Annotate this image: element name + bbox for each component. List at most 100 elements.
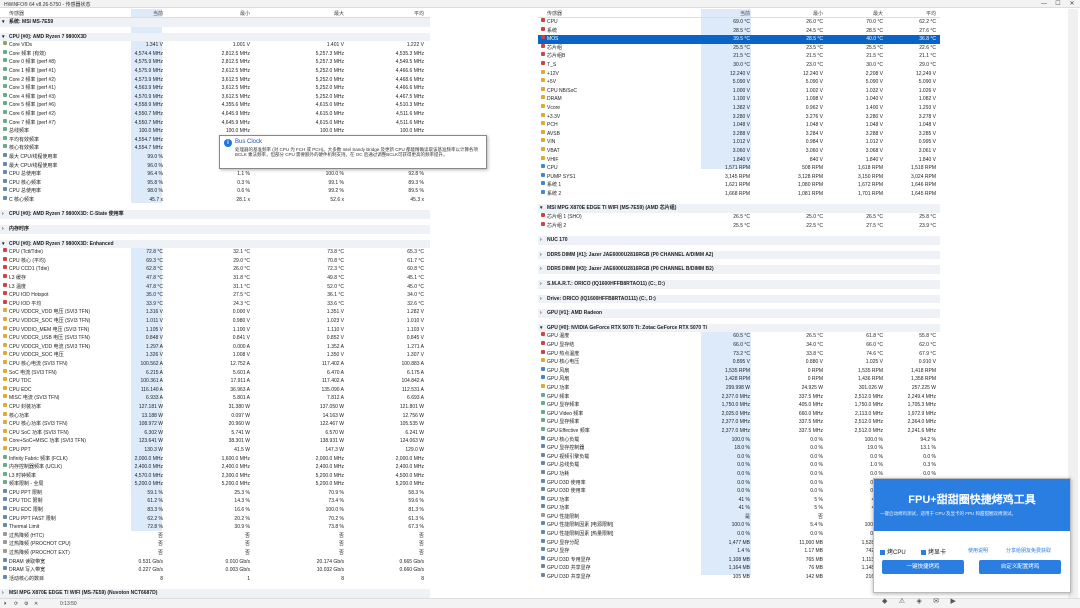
sensor-group-header[interactable]: › 内存时序 [0,225,430,234]
sensor-row[interactable]: CPU NB/SoC 1.000 V 1.002 V 1.032 V 1.026 V [538,86,940,96]
tray-app-icon[interactable]: ◆ [882,597,887,605]
expand-toggle-icon[interactable]: › [2,210,4,219]
sensor-row[interactable]: CPU IOD Hotspot 35.0 °C 27.5 °C 36.1 °C 34.0… [0,291,430,300]
expand-toggle-icon[interactable]: › [540,265,542,274]
sensor-row[interactable]: VIN 1.012 V 0.984 V 1.012 V 0.995 V [538,138,940,147]
sensor-row[interactable]: 过热降频 (PROCHOT CPU) 否否否否 [0,540,430,549]
sensor-row[interactable]: 芯片组 25.5 °C 23.5 °C 25.5 °C 22.6 °C [538,43,940,53]
sensor-group-header[interactable]: ▾ CPU [#0]: AMD Ryzen 7 9800X3D [0,32,430,42]
expand-toggle-icon[interactable]: › [2,225,4,234]
sensor-row[interactable]: CPU 核心频率 95.8 % 0.3 % 99.1 % 89.3 % [0,178,430,188]
sensor-row[interactable]: 芯片组B 21.5 °C 21.5 °C 21.5 °C 21.1 °C [538,52,940,61]
sensor-row[interactable]: 过热降频 (PROCHOT EXT) 否否否否 [0,549,430,558]
sensor-row[interactable]: GPU 核心负载 100.0 % 0.0 % 100.0 % 94.2 % [538,435,940,445]
sensor-row[interactable]: GPU Effective 频率 2,377.0 MHz 337.5 MHz 2,51… [538,426,940,436]
sensor-row[interactable]: 系统 1 1,621 RPM 1,080 RPM 1,672 RPM 1,646 RPM [538,181,940,190]
sensor-row[interactable]: CPU (Tctl/Tdie) 72.8 °C 32.1 °C 73.8 °C 65.3… [0,248,430,257]
sensor-row[interactable]: Core 5 频率 (perf #6) 4,558.9 MHz 4,355.6 MH… [0,101,430,110]
column-header[interactable]: 当前 [108,10,163,17]
sensor-row[interactable]: CPU CCD1 (Tdie) 62.8 °C 26.0 °C 72.3 °C 60.8… [0,265,430,274]
sensor-row[interactable]: MOS 39.5 °C 28.5 °C 40.0 °C 36.8 °C [538,35,940,44]
sensor-row[interactable]: Core 频率 (有效) 4,574.4 MHz 2,812.5 MHz 5,257.… [0,49,430,59]
sensor-row[interactable]: GPU 显存频率 1,750.0 MHz 405.0 MHz 1,750.0 MHz 1… [538,401,940,410]
sensor-row[interactable]: Core 7 频率 (perf #7) 4,550.7 MHz 4,645.9 MH… [0,118,430,128]
sensor-row[interactable]: CPU TDC 100.361 A 17.911 A 117.402 A 104.842… [0,377,430,386]
tray-diamond-icon[interactable]: ◈ [916,597,921,605]
sensor-group-header[interactable]: › DDR5 DIMM [#1]: Jazer JAE6000U2816RGB (… [538,250,940,260]
sensor-row[interactable]: 过热降频 (HTC) 否否否否 [0,531,430,541]
sensor-row[interactable]: CPU VDDCR_USB 电压 (SVI3 TFN) 0.848 V 0.841 … [0,334,430,343]
sensor-row[interactable]: CPU 核心电流 (SVI3 TFN) 100.562 A 12.752 A 117.… [0,359,430,369]
sensor-group-header[interactable]: › MSI MPG X870E EDGE TI WIFI (MS-7E59) (N… [0,589,430,598]
sensor-row[interactable]: DRAM 1.100 V 1.098 V 1.040 V 1.082 V [538,95,940,104]
expand-toggle-icon[interactable]: › [540,251,542,260]
expand-toggle-icon[interactable]: › [540,295,542,304]
sensor-row[interactable]: +3.3V 3.280 V 3.276 V 3.280 V 3.278 V [538,112,940,122]
sensor-row[interactable]: PCH 1.048 V 1.048 V 1.048 V 1.048 V [538,121,940,130]
sensor-row[interactable]: CPU 69.0 °C 26.0 °C 70.0 °C 62.2 °C [538,18,940,27]
sensor-row[interactable]: +5V 5.090 V 5.090 V 5.090 V 5.090 V [538,78,940,87]
sensor-row[interactable]: VHIF 1.840 V 840 V 1.840 V 1.840 V [538,155,940,165]
sensor-group-header[interactable]: › DDR5 DIMM [#3]: Jazer JAE6000U2816RGB (… [538,265,940,275]
sensor-row[interactable]: Thermal Limit 72.8 % 30.9 % 73.8 % 67.3 % [0,523,430,532]
minimize-button[interactable]: — [1037,0,1051,8]
sensor-row[interactable]: Core 4 频率 (perf #3) 4,570.9 MHz 3,612.5 MH… [0,92,430,102]
sensor-group-header[interactable]: ▾ MSI MPG X870E EDGE TI WIFI (MS-7E59) (A… [538,204,940,214]
sensor-row[interactable]: GPU Video 频率 2,025.0 MHz 660.0 MHz 2,113.0 … [538,409,940,419]
sensor-row[interactable]: CPU PPT 130.3 W 41.5 W 147.3 W 129.0 W [0,445,430,455]
tray-play-icon[interactable]: ▶ [951,597,956,605]
sensor-row[interactable]: Core 6 频率 (perf #2) 4,550.7 MHz 4,645.9 MH… [0,109,430,119]
play-icon[interactable]: ⏵ [4,601,7,607]
sensor-row[interactable]: CPU 总使用率 96.4 % 1.1 % 100.0 % 92.8 % [0,170,430,179]
expand-toggle-icon[interactable]: ▾ [2,18,5,27]
column-header[interactable]: 最大 [828,10,883,17]
tray-warning-icon[interactable]: ⚠ [899,597,905,605]
sensor-row[interactable]: CPU VDDCR_VDD 电压 (SVI3 TFN) 1.316 V 0.000 … [0,308,430,317]
sensor-row[interactable]: CPU VDDCR_VDD 电流 (SVI3 TFN) 1.297 A 0.000 … [0,342,430,352]
sensor-row[interactable]: Core 2 频率 (perf #2) 4,573.9 MHz 3,612.5 MH… [0,75,430,85]
expand-toggle-icon[interactable]: ▾ [540,324,543,333]
settings-icon[interactable]: ⚙ [24,601,28,607]
sensor-row[interactable]: Core 1 频率 (perf #1) 4,575.9 MHz 2,612.5 MH… [0,66,430,76]
sensor-row[interactable]: GPU 热点温度 73.2 °C 33.8 °C 74.6 °C 67.9 °C [538,349,940,359]
sensor-row[interactable]: Core+SoC+MISC 功率 (SVI3 TFN) 123.641 W 38.3… [0,437,430,446]
sensor-row[interactable]: CPU EDC 限制 83.3 % 16.6 % 100.0 % 81.3 % [0,506,430,515]
sensor-row[interactable]: MISC 电流 (SVI3 TFN) 6.933 A 5.801 A 7.812 A6… [0,394,430,403]
sensor-row[interactable]: Core 3 频率 (perf #1) 4,563.9 MHz 3,612.5 MH… [0,84,430,93]
quick-stress-button[interactable]: 一键快捷烤鸡 [882,560,964,574]
sensor-row[interactable]: GPU 显存频率 2,377.0 MHz 337.5 MHz 2,512.0 MHz 2… [538,418,940,427]
sensor-row[interactable]: CPU SoC 功率 (SVI3 TFN) 6.302 W 5.741 W 6.570… [0,428,430,438]
expand-toggle-icon[interactable]: › [2,589,4,598]
sensor-row[interactable]: CPU PPT 限制 59.1 % 25.3 % 70.9 % 58.3 % [0,488,430,498]
sensor-row[interactable]: CPU 封装功率 127.181 W 31.380 W 137.050 W 121.80… [0,402,430,412]
expand-toggle-icon[interactable]: ▾ [2,33,5,42]
column-header[interactable]: 传感器 [9,10,24,17]
close-icon[interactable]: ✕ [34,601,38,607]
expand-toggle-icon[interactable]: ▾ [540,204,543,213]
sensor-row[interactable]: 频率限制 - 全局 5,200.0 MHz 5,200.0 MHz 5,200.0 M… [0,480,430,489]
sensor-row[interactable]: AVSB 3.288 V 3.284 V 3.288 V 3.285 V [538,129,940,139]
sensor-group-header[interactable]: ▾ GPU [#0]: NVIDIA GeForce RTX 5070 Ti: Z… [538,323,940,333]
sensor-row[interactable]: Infinity Fabric 频率 (FCLK) 2,000.0 MHz 1,60… [0,454,430,464]
sensor-row[interactable]: L3 时钟频率 4,570.0 MHz 2,300.0 MHz 5,200.0 MHz… [0,471,430,481]
usage-guide-link[interactable]: 使用说明 [968,547,988,554]
column-header[interactable]: 最小 [188,10,250,17]
sensor-row[interactable]: 系统 2 1,668 RPM 1,081 RPM 1,701 RPM 1,645 RPM [538,189,940,199]
sensor-row[interactable]: CPU TDC 限制 61.2 % 14.3 % 73.4 % 59.6 % [0,497,430,506]
sensor-group-header[interactable]: › NUC 170 [538,236,940,245]
sensor-row[interactable]: DRAM 读取带宽 0.531 Gb/s 0.010 Gb/s 20.174 Gb/s… [0,557,430,567]
sensor-row[interactable]: C 核心频率 45.7 x 28.1 x 52.6 x 45.3 x [0,195,430,205]
sensor-row[interactable]: CPU IOD 平均 33.9 °C 24.3 °C 33.6 °C 32.6 °C [0,299,430,309]
sensor-row[interactable]: 内存控制器频率 (UCLK) 2,400.0 MHz 2,400.0 MHz 2,40… [0,463,430,472]
sensor-row[interactable]: SoC 电流 (SVI3 TFN) 6.215 A 5.601 A 6.470 A 6.… [0,368,430,378]
sensor-row[interactable]: Core 0 频率 (perf #8) 4,575.9 MHz 2,812.5 MH… [0,58,430,67]
sensor-group-header[interactable]: › S.M.A.R.T.: ORICO (IQ1600HFFB8RTAO11) (… [538,280,940,289]
sensor-row[interactable]: CPU 总使用率 98.0 % 0.6 % 99.2 % 89.5 % [0,187,430,196]
sensor-row[interactable]: GPU 风扇 1,535 RPM 0 RPM 1,535 RPM 1,418 RPM [538,366,940,376]
column-header[interactable]: 最大 [282,10,344,17]
sensor-row[interactable]: GPU 温度 60.5 °C 26.5 °C 61.8 °C 55.8 °C [538,332,940,341]
sensor-row[interactable]: CPU 核心 (平均) 69.3 °C 29.0 °C 70.8 °C 61.7 °C [0,256,430,266]
sensor-row[interactable]: GPU 总线负载 0.0 % 0.0 % 1.0 % 0.3 % [538,461,940,470]
sensor-row[interactable]: GPU 视频引擎负载 0.0 % 0.0 % 0.0 % 0.0 % [538,452,940,462]
expand-toggle-icon[interactable]: › [540,280,542,289]
